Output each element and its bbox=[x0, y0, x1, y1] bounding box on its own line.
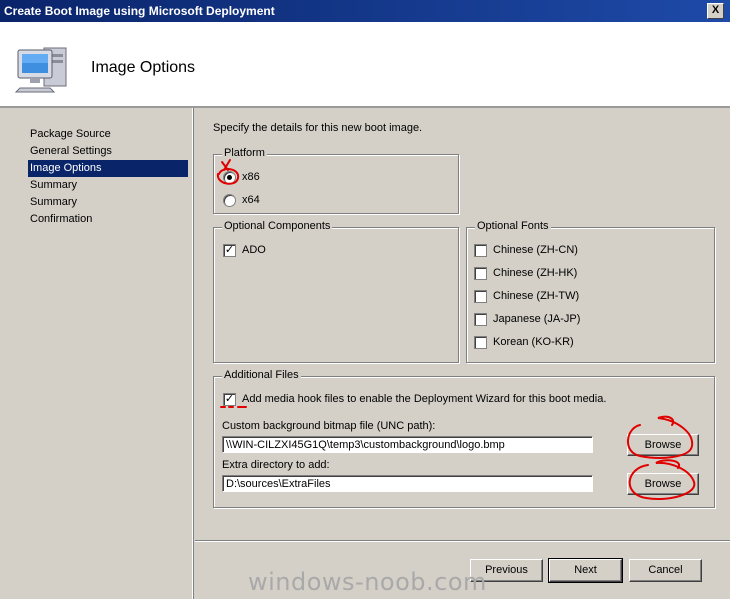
optional-components-group: Optional Components ✓ ADO bbox=[213, 220, 459, 363]
radio-x64[interactable]: x64 bbox=[223, 192, 260, 208]
media-hook-checkbox[interactable]: ✓ bbox=[223, 392, 236, 406]
font-zh-cn-checkbox[interactable] bbox=[474, 243, 487, 257]
nav-item-summary: Summary bbox=[30, 179, 78, 191]
watermark: windows-noob.com bbox=[248, 568, 487, 596]
font-ja-jp-checkbox[interactable] bbox=[474, 312, 487, 326]
platform-legend: Platform bbox=[222, 147, 267, 159]
additional-files-legend: Additional Files bbox=[222, 369, 301, 381]
radio-x86[interactable]: x86 bbox=[223, 169, 260, 185]
font-ko-kr[interactable]: Korean (KO-KR) bbox=[474, 334, 574, 350]
next-button[interactable]: Next bbox=[548, 558, 623, 583]
page-title: Image Options bbox=[91, 59, 196, 76]
browse-extra-dir-button[interactable]: Browse bbox=[627, 473, 699, 495]
browse-bitmap-button[interactable]: Browse bbox=[627, 434, 699, 456]
font-ja-jp-label: Japanese (JA-JP) bbox=[493, 313, 581, 325]
additional-files-group: Additional Files ✓ Add media hook files … bbox=[213, 369, 715, 508]
nav-item-general-settings: General Settings bbox=[30, 145, 112, 157]
platform-group: Platform x86 x64 bbox=[213, 147, 459, 214]
optional-fonts-legend: Optional Fonts bbox=[475, 220, 551, 232]
content-pane: Specify the details for this new boot im… bbox=[195, 108, 730, 599]
component-ado-checkbox[interactable]: ✓ bbox=[223, 243, 236, 257]
font-zh-hk[interactable]: Chinese (ZH-HK) bbox=[474, 265, 577, 281]
bitmap-path-input[interactable]: \\WIN-CILZXI45G1Q\temp3\custombackground… bbox=[222, 436, 593, 453]
font-zh-tw-label: Chinese (ZH-TW) bbox=[493, 290, 580, 302]
close-button[interactable]: X bbox=[707, 3, 724, 19]
component-ado[interactable]: ✓ ADO bbox=[223, 242, 266, 258]
radio-x86-button[interactable] bbox=[223, 170, 236, 184]
media-hook-label: Add media hook files to enable the Deplo… bbox=[242, 393, 607, 405]
extra-dir-input[interactable]: D:\sources\ExtraFiles bbox=[222, 475, 593, 492]
wizard-body: Package Source General Settings Image Op… bbox=[0, 108, 730, 599]
nav-item-summary-2: Summary bbox=[30, 196, 78, 208]
nav-item-image-options: Image Options bbox=[28, 160, 188, 177]
optional-components-legend: Optional Components bbox=[222, 220, 333, 232]
radio-x86-label: x86 bbox=[242, 171, 260, 183]
bitmap-label: Custom background bitmap file (UNC path)… bbox=[222, 420, 436, 432]
nav-item-package-source: Package Source bbox=[30, 128, 111, 140]
component-ado-label: ADO bbox=[242, 244, 266, 256]
nav-item-confirmation: Confirmation bbox=[30, 213, 93, 225]
computer-icon bbox=[14, 47, 67, 93]
font-ja-jp[interactable]: Japanese (JA-JP) bbox=[474, 311, 580, 327]
font-zh-hk-checkbox[interactable] bbox=[474, 266, 487, 280]
radio-x64-button[interactable] bbox=[223, 193, 236, 207]
optional-fonts-group: Optional Fonts Chinese (ZH-CN) Chinese (… bbox=[466, 220, 715, 363]
extra-dir-label: Extra directory to add: bbox=[222, 459, 330, 471]
wizard-nav: Package Source General Settings Image Op… bbox=[4, 108, 193, 599]
cancel-button[interactable]: Cancel bbox=[629, 559, 702, 582]
title-bar: Create Boot Image using Microsoft Deploy… bbox=[0, 0, 730, 22]
font-ko-kr-label: Korean (KO-KR) bbox=[493, 336, 574, 348]
font-ko-kr-checkbox[interactable] bbox=[474, 335, 487, 349]
font-zh-tw-checkbox[interactable] bbox=[474, 289, 487, 303]
font-zh-tw[interactable]: Chinese (ZH-TW) bbox=[474, 288, 579, 304]
radio-x64-label: x64 bbox=[242, 194, 260, 206]
media-hook-option[interactable]: ✓ Add media hook files to enable the Dep… bbox=[223, 391, 606, 407]
font-zh-hk-label: Chinese (ZH-HK) bbox=[493, 267, 578, 279]
close-icon: X bbox=[711, 4, 720, 16]
nav-divider bbox=[193, 108, 194, 599]
footer-divider bbox=[195, 540, 730, 542]
window-title: Create Boot Image using Microsoft Deploy… bbox=[4, 4, 275, 18]
font-zh-cn-label: Chinese (ZH-CN) bbox=[493, 244, 578, 256]
instruction-text: Specify the details for this new boot im… bbox=[213, 122, 423, 134]
font-zh-cn[interactable]: Chinese (ZH-CN) bbox=[474, 242, 578, 258]
wizard-header: Image Options bbox=[0, 22, 730, 108]
